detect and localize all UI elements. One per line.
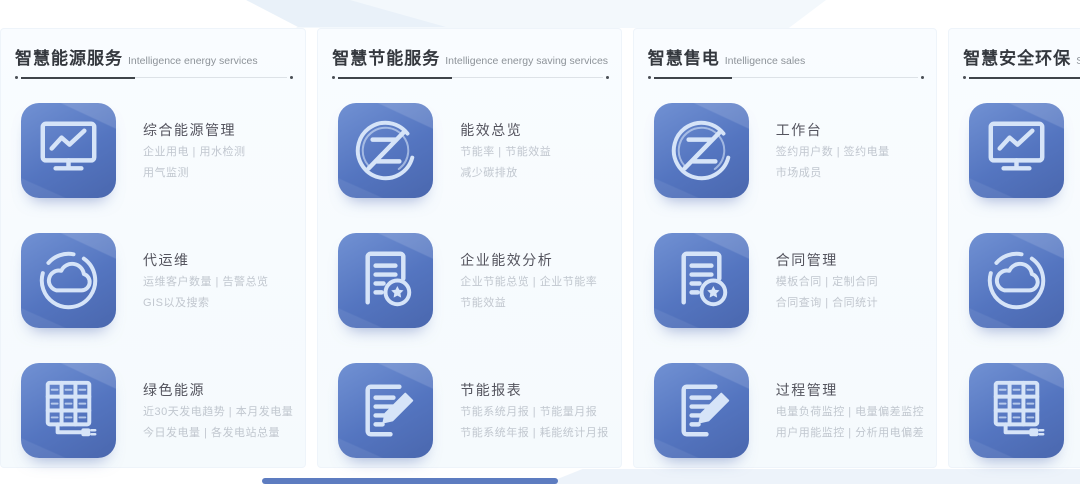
doc-star-icon: [338, 233, 433, 328]
card-subline: 企业用电 | 用水检测: [143, 147, 245, 158]
section-header: 智慧节能服务 Intelligence energy saving servic…: [332, 44, 608, 79]
underline-dot-left: [963, 76, 966, 79]
monitor-chart-icon: [969, 103, 1064, 198]
card-subline: 市场成员: [776, 168, 890, 179]
doc-star-icon: [654, 233, 749, 328]
section-panel-energy-saving: 智慧节能服务 Intelligence energy saving servic…: [317, 28, 621, 468]
card-subline: 用气监测: [143, 168, 245, 179]
section-underline: 智慧能源服务: [15, 76, 293, 79]
monitor-chart-icon: [21, 103, 116, 198]
feature-card[interactable]: 绿色能源 近30天发电趋势 | 本月发电量 今日发电量 | 各发电站总量: [21, 363, 293, 458]
section-title-zh: 智慧节能服务: [332, 44, 440, 69]
underline-dot-left: [332, 76, 335, 79]
feature-card[interactable]: 工作台 签约用户数 | 签约电量 市场成员: [654, 103, 924, 198]
card-title: 企业能效分析: [460, 253, 597, 267]
feature-card[interactable]: 节能报表 节能系统月报 | 节能量月报 节能系统年报 | 耗能统计月报: [338, 363, 608, 458]
card-subline: 电量负荷监控 | 电量偏差监控: [776, 407, 924, 418]
feature-card[interactable]: 过程管理 电量负荷监控 | 电量偏差监控 用户用能监控 | 分析用电偏差: [654, 363, 924, 458]
card-subline: 节能效益: [460, 298, 597, 309]
card-subline: 近30天发电趋势 | 本月发电量: [143, 407, 293, 418]
section-title-en: Intelligence sales: [725, 55, 806, 67]
section-title-en: Security environmental protection: [1076, 55, 1080, 67]
section-panel-energy-services: 智慧能源服务 Intelligence energy services 智慧能源…: [0, 28, 306, 468]
decor-top-wash: [296, 0, 826, 28]
card-subline: 节能率 | 节能效益: [460, 147, 551, 158]
card-subline: 模板合同 | 定制合同: [776, 277, 878, 288]
section-title-zh: 智慧售电: [648, 44, 720, 69]
solar-panel-icon: [969, 363, 1064, 458]
cloud-circle-icon: [969, 233, 1064, 328]
underline-dot-right: [606, 76, 609, 79]
feature-card[interactable]: 能效总览 节能率 | 节能效益 减少碳排放: [338, 103, 608, 198]
card-subline: 签约用户数 | 签约电量: [776, 147, 890, 158]
feature-card[interactable]: 企业能效分析 企业节能总览 | 企业节能率 节能效益: [338, 233, 608, 328]
bottom-accent-bar: [262, 478, 558, 484]
doc-pencil-icon: [654, 363, 749, 458]
feature-card[interactable]: 综合能源管理 企业用电 | 用水检测 用气监测: [21, 103, 293, 198]
card-title: 绿色能源: [143, 383, 293, 397]
decor-bottom-wash: [545, 469, 1080, 484]
page-background: { "colors": { "tile_gradient_start": "#7…: [0, 0, 1080, 484]
underline-dot-right: [290, 76, 293, 79]
section-title-zh: 智慧安全环保: [963, 44, 1071, 69]
card-title: 合同管理: [776, 253, 878, 267]
z-circle-icon: [338, 103, 433, 198]
section-underline: 智慧售电: [648, 76, 924, 79]
card-title: 能效总览: [460, 123, 551, 137]
card-subline: 企业节能总览 | 企业节能率: [460, 277, 597, 288]
underline-dot-left: [15, 76, 18, 79]
card-subline: 节能系统月报 | 节能量月报: [460, 407, 608, 418]
solar-panel-icon: [21, 363, 116, 458]
feature-card[interactable]: 视频监控 外部厂区监控 | 内部监控 火灾监控: [969, 363, 1080, 458]
card-subline: 减少碳排放: [460, 168, 551, 179]
card-subline: 今日发电量 | 各发电站总量: [143, 428, 293, 439]
section-title-zh: 智慧能源服务: [15, 44, 123, 69]
section-title-en: Intelligence energy saving services: [445, 55, 608, 67]
card-title: 过程管理: [776, 383, 924, 397]
underline-dot-left: [648, 76, 651, 79]
service-columns: 智慧能源服务 Intelligence energy services 智慧能源…: [0, 28, 1080, 468]
card-subline: 运维客户数量 | 告警总览: [143, 277, 268, 288]
card-subline: 合同查询 | 合同统计: [776, 298, 878, 309]
section-header: 智慧安全环保 Security environmental protection…: [963, 44, 1080, 79]
decor-top-accent: [246, 0, 446, 27]
cloud-circle-icon: [21, 233, 116, 328]
card-title: 综合能源管理: [143, 123, 245, 137]
doc-pencil-icon: [338, 363, 433, 458]
feature-card[interactable]: 代运维 运维客户数量 | 告警总览 GIS以及搜索: [21, 233, 293, 328]
z-circle-icon: [654, 103, 749, 198]
section-title-en: Intelligence energy services: [128, 55, 258, 67]
card-subline: 用户用能监控 | 分析用电偏差: [776, 428, 924, 439]
feature-card[interactable]: 排放监测 污染物排放 | 碳排放 粉尘 | 二氧化硫: [969, 233, 1080, 328]
feature-card[interactable]: 合同管理 模板合同 | 定制合同 合同查询 | 合同统计: [654, 233, 924, 328]
section-panel-electricity-sales: 智慧售电 Intelligence sales 智慧售电 工作台 签约用户数 |…: [633, 28, 937, 468]
section-header: 智慧售电 Intelligence sales 智慧售电: [648, 44, 924, 79]
section-underline: 智慧安全环保: [963, 76, 1080, 79]
feature-card[interactable]: 维护监测 抢修工单分类 | 抢修人员 巡检人员: [969, 103, 1080, 198]
card-subline: GIS以及搜索: [143, 298, 268, 309]
card-subline: 节能系统年报 | 耗能统计月报: [460, 428, 608, 439]
section-underline: 智慧节能服务: [332, 76, 608, 79]
card-title: 节能报表: [460, 383, 608, 397]
section-panel-safety-environment: 智慧安全环保 Security environmental protection…: [948, 28, 1080, 468]
underline-dot-right: [921, 76, 924, 79]
card-title: 代运维: [143, 253, 268, 267]
section-header: 智慧能源服务 Intelligence energy services 智慧能源…: [15, 44, 293, 79]
card-title: 工作台: [776, 123, 890, 137]
